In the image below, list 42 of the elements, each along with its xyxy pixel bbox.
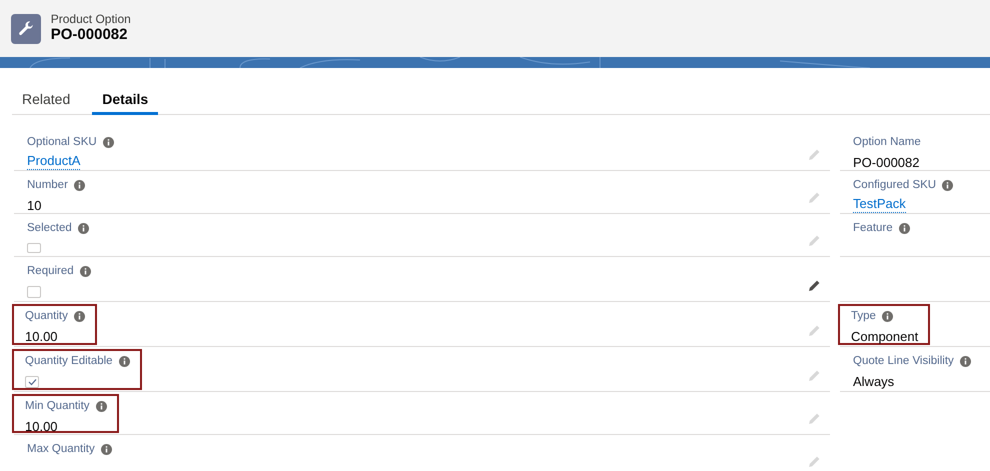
field-value: 10.00 [25, 418, 58, 436]
field-label: Quote Line Visibility [853, 354, 954, 369]
field-label: Max Quantity [27, 442, 95, 457]
field-value: Always [853, 373, 894, 392]
wrench-icon [11, 14, 41, 44]
info-icon[interactable] [960, 356, 971, 368]
field-label: Type [851, 309, 876, 324]
info-icon[interactable] [898, 223, 910, 234]
field-value: PO-000082 [853, 154, 920, 172]
info-icon[interactable] [100, 444, 112, 456]
field-label: Feature [853, 221, 893, 236]
field-label: Quantity [25, 309, 68, 324]
field-link[interactable]: ProductA [27, 154, 80, 170]
tab[interactable]: Related [12, 87, 80, 115]
info-icon[interactable] [74, 180, 85, 192]
info-icon[interactable] [102, 137, 114, 148]
info-icon[interactable] [74, 311, 85, 322]
info-icon[interactable] [942, 180, 954, 192]
field-label: Optional SKU [27, 135, 97, 150]
field-value: 10 [27, 197, 42, 216]
field-link[interactable]: TestPack [853, 197, 906, 214]
info-icon[interactable] [80, 266, 91, 278]
field-label: Configured SKU [853, 178, 936, 193]
checkbox[interactable] [27, 286, 41, 298]
field-value: Component [851, 328, 918, 346]
field-label: Selected [27, 221, 72, 236]
pencil-icon[interactable] [808, 279, 821, 292]
checkbox[interactable] [25, 376, 39, 388]
field-label: Option Name [853, 135, 921, 150]
field-label: Min Quantity [25, 399, 90, 414]
record-name: PO-000082 [50, 26, 128, 44]
field-label: Quantity Editable [25, 354, 113, 369]
tab[interactable]: Details [92, 87, 158, 115]
info-icon[interactable] [118, 356, 130, 368]
info-icon[interactable] [78, 223, 89, 234]
object-type: Product Option [50, 12, 131, 26]
field-label: Number [27, 178, 68, 193]
checkbox[interactable] [27, 243, 41, 253]
info-icon[interactable] [882, 311, 893, 322]
field-label: Required [27, 264, 74, 279]
field-value: 10.00 [25, 328, 58, 346]
info-icon[interactable] [96, 401, 107, 412]
